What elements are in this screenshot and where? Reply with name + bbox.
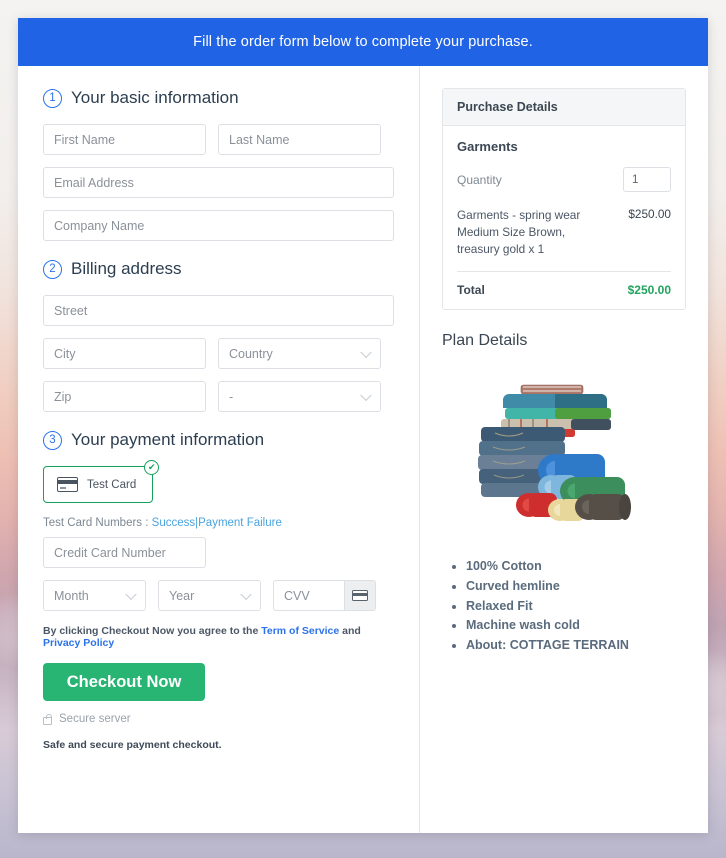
test-numbers-prefix: Test Card Numbers : bbox=[43, 517, 149, 529]
email-row: Email Address bbox=[43, 167, 394, 198]
quantity-row: Quantity 1 bbox=[457, 167, 671, 192]
name-row: First Name Last Name bbox=[43, 124, 394, 155]
credit-card-icon bbox=[57, 477, 78, 492]
card-body: 1 Your basic information First Name Last… bbox=[18, 66, 708, 833]
chevron-down-icon bbox=[360, 346, 372, 358]
credit-card-number-input[interactable]: Credit Card Number bbox=[43, 537, 206, 568]
failure-card-link[interactable]: Payment Failure bbox=[198, 517, 282, 529]
company-input[interactable]: Company Name bbox=[43, 210, 394, 241]
success-card-link[interactable]: Success bbox=[152, 517, 195, 529]
step-number-2: 2 bbox=[43, 259, 62, 279]
expiry-cvv-row: Month Year CVV bbox=[43, 580, 394, 611]
test-card-numbers-hint: Test Card Numbers : Success|Payment Fail… bbox=[43, 517, 394, 529]
purchase-details-body: Garments Quantity 1 Garments - spring we… bbox=[443, 126, 685, 309]
privacy-policy-link[interactable]: Privacy Policy bbox=[43, 637, 114, 649]
section-basic-information: 1 Your basic information bbox=[43, 88, 394, 108]
plan-details-title: Plan Details bbox=[442, 332, 528, 350]
terms-notice: By clicking Checkout Now you agree to th… bbox=[43, 625, 394, 649]
quantity-input[interactable]: 1 bbox=[623, 167, 671, 192]
lock-icon bbox=[43, 713, 52, 725]
email-input[interactable]: Email Address bbox=[43, 167, 394, 198]
terms-of-service-link[interactable]: Term of Service bbox=[261, 625, 339, 637]
line-item-price: $250.00 bbox=[628, 207, 671, 221]
form-pane: 1 Your basic information First Name Last… bbox=[18, 66, 420, 833]
total-value: $250.00 bbox=[627, 283, 671, 298]
section-title-basic: Your basic information bbox=[71, 88, 239, 107]
purchase-details-header: Purchase Details bbox=[443, 89, 685, 126]
page-banner: Fill the order form below to complete yo… bbox=[18, 18, 708, 66]
first-name-input[interactable]: First Name bbox=[43, 124, 206, 155]
list-item: 100% Cotton bbox=[466, 559, 686, 575]
summary-pane: Purchase Details Garments Quantity 1 Gar… bbox=[420, 66, 708, 833]
street-input[interactable]: Street bbox=[43, 295, 394, 326]
section-title-billing: Billing address bbox=[71, 259, 182, 278]
expiry-month-select[interactable]: Month bbox=[43, 580, 146, 611]
step-number-1: 1 bbox=[43, 88, 62, 108]
expiry-year-value: Year bbox=[169, 588, 195, 603]
folded-garments-illustration bbox=[478, 384, 631, 522]
checkout-now-button[interactable]: Checkout Now bbox=[43, 663, 205, 701]
city-country-row: City Country bbox=[43, 338, 394, 369]
safe-checkout-note: Safe and secure payment checkout. bbox=[43, 739, 222, 751]
terms-prefix: By clicking Checkout Now you agree to th… bbox=[43, 625, 259, 637]
check-circle-icon: ✔ bbox=[144, 460, 160, 475]
line-item-description: Garments - spring wear Medium Size Brown… bbox=[457, 208, 581, 257]
country-select[interactable]: Country bbox=[218, 338, 381, 369]
line-item-row: Garments - spring wear Medium Size Brown… bbox=[457, 207, 671, 258]
terms-conjunction: and bbox=[342, 625, 361, 637]
cvv-input[interactable]: CVV bbox=[274, 581, 344, 610]
list-item: Machine wash cold bbox=[466, 618, 686, 634]
country-select-value: Country bbox=[229, 346, 273, 361]
credit-card-icon bbox=[352, 590, 368, 601]
list-item: Curved hemline bbox=[466, 579, 686, 595]
chevron-down-icon bbox=[240, 588, 252, 600]
city-input[interactable]: City bbox=[43, 338, 206, 369]
company-row: Company Name bbox=[43, 210, 394, 241]
chevron-down-icon bbox=[125, 588, 137, 600]
section-billing-address: 2 Billing address bbox=[43, 259, 394, 279]
state-select-value: - bbox=[229, 389, 234, 404]
section-payment-information: 3 Your payment information bbox=[43, 430, 394, 450]
secure-server-label: Secure server bbox=[59, 713, 131, 725]
list-item: Relaxed Fit bbox=[466, 599, 686, 615]
expiry-year-select[interactable]: Year bbox=[158, 580, 261, 611]
zip-state-row: Zip - bbox=[43, 381, 394, 412]
payment-method-label: Test Card bbox=[87, 478, 137, 491]
cvv-field-group[interactable]: CVV bbox=[273, 580, 376, 611]
payment-method-test-card[interactable]: Test Card ✔ bbox=[43, 460, 160, 503]
expiry-month-value: Month bbox=[54, 588, 89, 603]
step-number-3: 3 bbox=[43, 430, 62, 450]
secure-server-notice: Secure server bbox=[43, 713, 394, 725]
last-name-input[interactable]: Last Name bbox=[218, 124, 381, 155]
state-select[interactable]: - bbox=[218, 381, 381, 412]
chevron-down-icon bbox=[360, 389, 372, 401]
total-label: Total bbox=[457, 283, 485, 298]
total-row: Total $250.00 bbox=[457, 271, 671, 297]
plan-features-list: 100% Cotton Curved hemline Relaxed Fit M… bbox=[442, 559, 686, 653]
banner-text: Fill the order form below to complete yo… bbox=[193, 34, 533, 50]
cvv-hint-button[interactable] bbox=[344, 581, 375, 610]
zip-input[interactable]: Zip bbox=[43, 381, 206, 412]
list-item: About: COTTAGE TERRAIN bbox=[466, 638, 686, 654]
checkout-card: Fill the order form below to complete yo… bbox=[18, 18, 708, 833]
quantity-label: Quantity bbox=[457, 172, 502, 187]
plan-product-image bbox=[442, 360, 686, 545]
purchase-details-card: Purchase Details Garments Quantity 1 Gar… bbox=[442, 88, 686, 311]
product-title: Garments bbox=[457, 139, 518, 154]
street-row: Street bbox=[43, 295, 394, 326]
section-title-payment: Your payment information bbox=[71, 430, 265, 449]
payment-method-list: Test Card ✔ bbox=[43, 460, 394, 503]
